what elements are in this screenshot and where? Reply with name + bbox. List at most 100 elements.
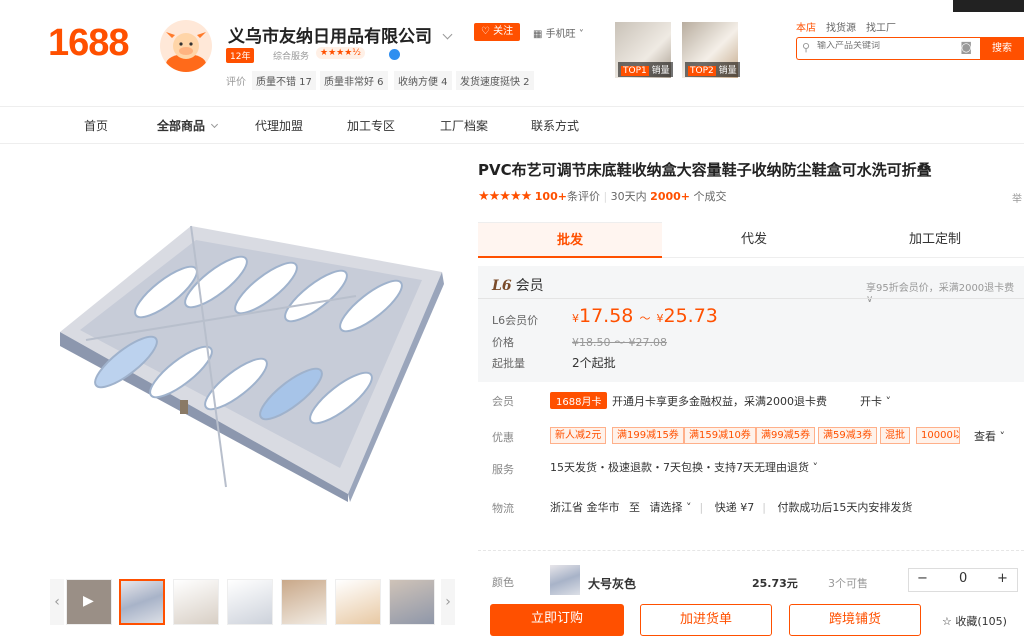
gallery-prev-button[interactable]: ‹ (50, 579, 64, 625)
gallery-thumb[interactable] (335, 579, 381, 625)
coupon-tag[interactable]: 满59减3券 (818, 427, 878, 444)
cow-mascot-icon (166, 32, 206, 72)
gallery-thumb[interactable] (281, 579, 327, 625)
nav-home[interactable]: 首页 (84, 117, 108, 134)
period-label: 30天内 (610, 190, 647, 203)
member-price-label: L6会员价 (492, 314, 539, 327)
video-thumb[interactable]: ▶ (66, 579, 112, 625)
logistics-row: 浙江省 金华市 至 请选择 ˅ | 快递 ¥7 | 付款成功后15天内安排发货 (550, 501, 913, 514)
member-offer[interactable]: 享95折会员价，采满2000退卡费 ∨ (866, 279, 1024, 305)
original-price: ¥18.50 ～ ¥27.08 (572, 336, 667, 349)
shop-avatar[interactable] (160, 20, 212, 72)
verified-icon (389, 49, 400, 60)
coupon-label: 优惠 (492, 431, 514, 444)
shop-name[interactable]: 义乌市友纳日用品有限公司 (228, 22, 453, 47)
increase-button[interactable]: + (997, 571, 1008, 586)
search-box: ⚲ ◙ (796, 37, 980, 60)
logistics-label: 物流 (492, 502, 514, 515)
nav-all-products[interactable]: 全部商品 (157, 117, 219, 134)
rating-tag[interactable]: 发货速度挺快 2 (456, 71, 534, 90)
service-stars: ★★★★½ (316, 47, 365, 59)
sold-count: 2000+ (650, 190, 691, 203)
order-now-button[interactable]: 立即订购 (490, 604, 624, 636)
rating-tag[interactable]: 质量非常好 6 (320, 71, 388, 90)
cross-border-button[interactable]: 跨境铺货 (789, 604, 921, 636)
search-input[interactable] (817, 41, 947, 51)
coupon-tag[interactable]: 满159减10券 (684, 427, 756, 444)
sold-label: 个成交 (693, 190, 727, 203)
qr-icon: ▦ (533, 29, 543, 40)
rating-row: ★★★★★ 100+条评价 | 30天内 2000+ 个成交 (478, 189, 727, 204)
quantity-stepper: − 0 + (908, 568, 1018, 592)
nav-agency[interactable]: 代理加盟 (255, 117, 303, 134)
sku-price: 25.73元 (752, 577, 798, 590)
gallery-thumb[interactable] (119, 579, 165, 625)
tab-dropship[interactable]: 代发 (662, 222, 846, 258)
product-main-image[interactable] (56, 222, 446, 504)
coupon-tag[interactable]: 新人减2元 (550, 427, 607, 444)
years-badge: 12年 (226, 48, 255, 63)
coupon-tag[interactable]: 满99减5券 (756, 427, 816, 444)
month-card-text: 开通月卡享更多金融权益，采满2000退卡费 (612, 395, 827, 408)
chevron-down-icon[interactable] (442, 29, 453, 40)
shoe-box-image (60, 225, 444, 502)
divider (478, 298, 1024, 299)
destination-select[interactable]: 请选择 ˅ (650, 501, 692, 514)
nav-factory[interactable]: 工厂档案 (440, 117, 488, 134)
camera-icon[interactable]: ◙ (960, 40, 972, 54)
nav-contact[interactable]: 联系方式 (531, 117, 579, 134)
month-card-badge: 1688月卡 (550, 392, 608, 409)
gallery-thumb[interactable] (389, 579, 435, 625)
favorite-button[interactable]: ☆ 收藏(105) (942, 613, 1007, 629)
top-product-badge: TOP2 销量 (685, 62, 740, 77)
gallery-thumb[interactable] (227, 579, 273, 625)
product-title: PVC布艺可调节床底鞋收纳盒大容量鞋子收纳防尘鞋盒可水洗可折叠 (478, 161, 932, 179)
ship-to-label: 至 (629, 501, 640, 514)
rating-tag[interactable]: 质量不错 17 (252, 71, 316, 90)
scope-find-source[interactable]: 找货源 (826, 23, 856, 34)
service-label: 综合服务 (273, 52, 310, 62)
divider (0, 143, 1024, 144)
sku-name: 大号灰色 (588, 577, 637, 591)
add-to-cart-button[interactable]: 加进货单 (640, 604, 772, 636)
color-label: 颜色 (492, 576, 514, 589)
report-link[interactable]: 举 (1012, 190, 1022, 205)
coupon-tag[interactable]: 混批 (880, 427, 910, 444)
service-text[interactable]: 15天发货・极速退款・7天包换・支持7天无理由退货 ˅ (550, 459, 818, 475)
open-card-button[interactable]: 开卡 ˅ (860, 393, 891, 409)
coupon-tag[interactable]: 满199减15券 (612, 427, 684, 444)
search-button[interactable]: 搜索 (980, 37, 1024, 60)
chevron-down-icon (211, 120, 219, 129)
overlay-corner (953, 0, 1024, 12)
review-count[interactable]: 100+ (535, 190, 567, 203)
decrease-button[interactable]: − (917, 571, 928, 586)
express-fee: 快递 ¥7 (714, 501, 755, 514)
price-label: 价格 (492, 336, 514, 349)
membership-label: 会员 (492, 395, 514, 408)
review-label: 条评价 (566, 190, 600, 203)
star-rating: ★★★★★ (478, 189, 532, 204)
moq-label: 起批量 (492, 357, 525, 370)
scope-this-shop[interactable]: 本店 (796, 23, 816, 34)
nav-processing[interactable]: 加工专区 (347, 117, 395, 134)
moq-value: 2个起批 (572, 356, 616, 370)
tab-wholesale[interactable]: 批发 (478, 222, 662, 258)
site-logo[interactable]: 1688 (48, 22, 130, 65)
gallery-thumb[interactable] (173, 579, 219, 625)
search-scope: 本店 找货源 找工厂 (796, 19, 906, 34)
scope-find-factory[interactable]: 找工厂 (866, 23, 896, 34)
member-level: L6 会员 (492, 278, 544, 294)
gallery-next-button[interactable]: › (441, 579, 455, 625)
quantity-input[interactable]: 0 (959, 571, 967, 586)
play-icon: ▶ (83, 593, 94, 609)
service-label: 服务 (492, 463, 514, 476)
sku-thumb[interactable] (550, 565, 580, 595)
mobile-shop-link[interactable]: ▦ 手机旺 ˅ (533, 25, 584, 40)
ship-note: 付款成功后15天内安排发货 (777, 501, 913, 514)
coupon-tag[interactable]: 10000以 (916, 427, 960, 444)
tab-custom[interactable]: 加工定制 (846, 222, 1024, 258)
star-icon: ☆ (942, 615, 952, 628)
follow-button[interactable]: ♡ 关注 (474, 23, 520, 41)
rating-tag[interactable]: 收纳方便 4 (394, 71, 452, 90)
view-coupons-button[interactable]: 查看 ˅ (974, 428, 1005, 444)
